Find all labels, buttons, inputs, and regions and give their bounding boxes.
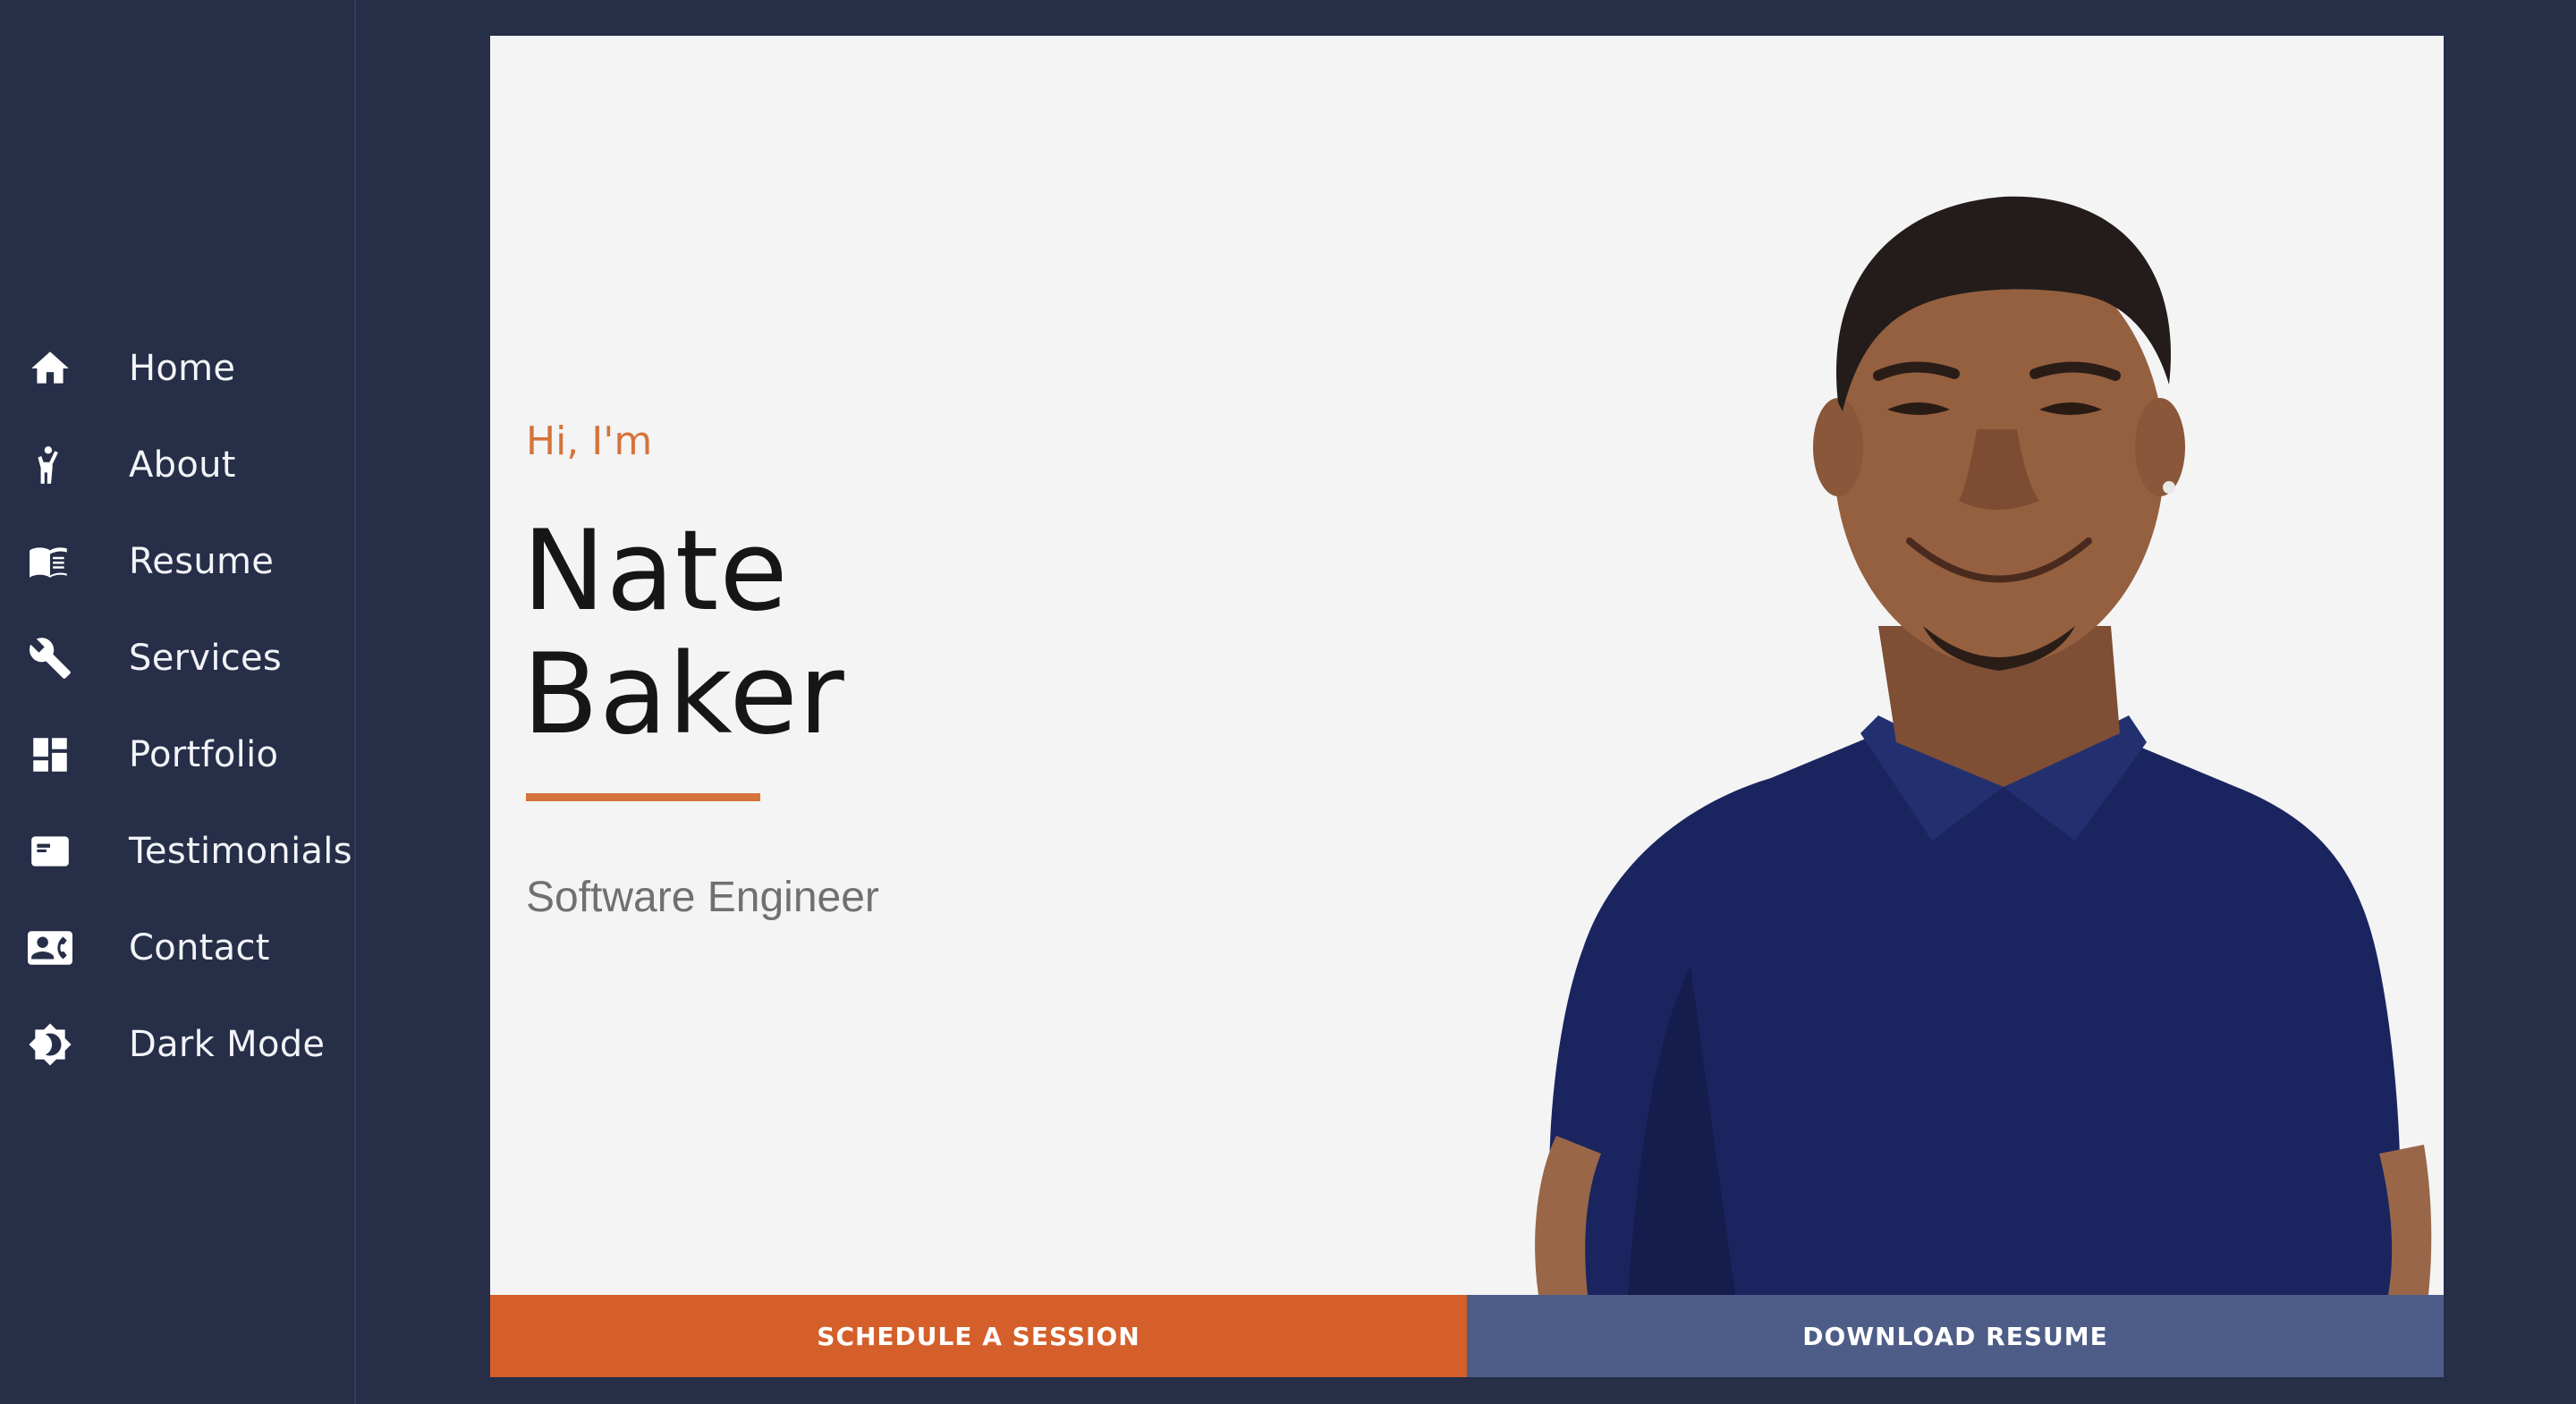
- sidebar-item-dark-mode[interactable]: Dark Mode: [0, 996, 356, 1093]
- download-resume-button[interactable]: DOWNLOAD RESUME: [1467, 1295, 2444, 1377]
- sidebar-item-label: Testimonials: [129, 831, 352, 872]
- portrait-photo: [1535, 196, 2432, 1295]
- hero-name: Nate Baker: [522, 510, 845, 757]
- right-ear: [2135, 398, 2185, 496]
- sidebar-item-label: Services: [129, 638, 283, 679]
- accent-divider: [526, 793, 760, 801]
- sidebar-item-about[interactable]: About: [0, 417, 356, 513]
- sidebar-item-portfolio[interactable]: Portfolio: [0, 706, 356, 803]
- sidebar-item-testimonials[interactable]: Testimonials: [0, 803, 356, 900]
- wrench-icon: [25, 633, 75, 683]
- sidebar-item-label: Resume: [129, 541, 275, 582]
- contact-card-icon: [25, 923, 75, 973]
- sidebar-item-label: Contact: [129, 927, 270, 968]
- sidebar-item-label: Dark Mode: [129, 1024, 326, 1065]
- earring: [2163, 481, 2175, 494]
- brightness-icon: [25, 1019, 75, 1070]
- first-name: Nate: [522, 507, 789, 636]
- dashboard-icon: [25, 730, 75, 780]
- job-title: Software Engineer: [526, 874, 879, 921]
- home-icon: [25, 343, 75, 393]
- sidebar-item-label: About: [129, 444, 236, 486]
- sidebar-item-home[interactable]: Home: [0, 320, 356, 417]
- person-waving-icon: [25, 440, 75, 490]
- sidebar-item-label: Home: [129, 348, 236, 389]
- sidebar-nav: Home About Resume Services Portfolio Tes…: [0, 320, 356, 1093]
- card-icon: [25, 826, 75, 876]
- sidebar-item-resume[interactable]: Resume: [0, 513, 356, 610]
- sidebar: Home About Resume Services Portfolio Tes…: [0, 0, 356, 1404]
- book-icon: [25, 537, 75, 587]
- hero-card: Hi, I'm Nate Baker Software Engineer: [490, 36, 2444, 1295]
- left-ear: [1813, 398, 1863, 496]
- schedule-session-button[interactable]: SCHEDULE A SESSION: [490, 1295, 1467, 1377]
- greeting-text: Hi, I'm: [526, 419, 653, 464]
- hero-actions: SCHEDULE A SESSION DOWNLOAD RESUME: [490, 1295, 2444, 1377]
- sidebar-item-label: Portfolio: [129, 734, 279, 775]
- last-name: Baker: [522, 630, 845, 759]
- sidebar-item-contact[interactable]: Contact: [0, 900, 356, 996]
- sidebar-item-services[interactable]: Services: [0, 610, 356, 706]
